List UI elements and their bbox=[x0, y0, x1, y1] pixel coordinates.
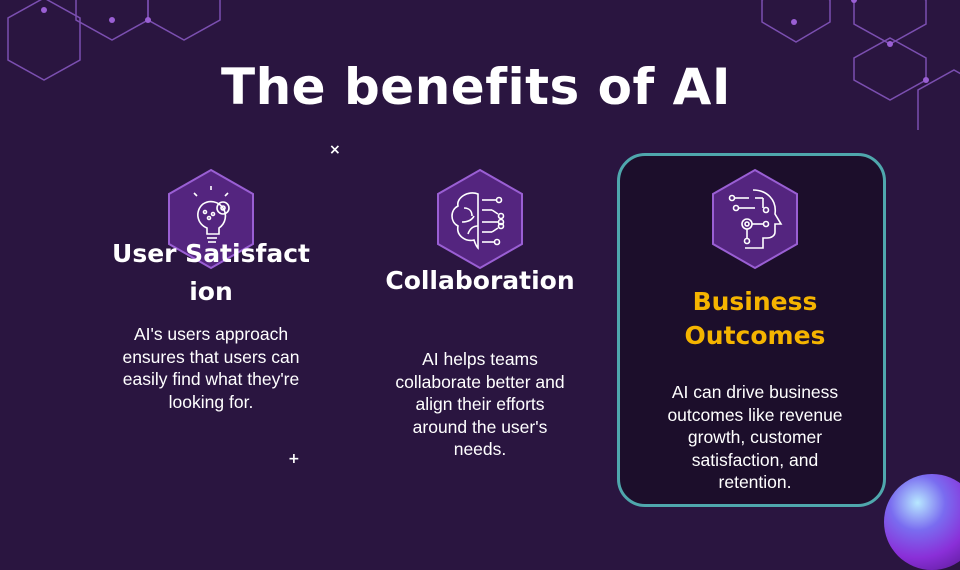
benefit-description: AI can drive business outcomes like reve… bbox=[667, 382, 843, 492]
benefit-heading: Collaboration bbox=[385, 266, 575, 295]
plus-mark-decoration: + bbox=[288, 451, 300, 467]
benefit-description: AI helps teams collaborate better and al… bbox=[395, 349, 565, 459]
brain-circuit-icon bbox=[434, 168, 526, 272]
benefit-description: AI's users approach ensures that users c… bbox=[122, 324, 300, 412]
benefit-item-collaboration: Collaboration AI helps teams collaborate… bbox=[380, 168, 580, 461]
x-mark-decoration: × bbox=[329, 142, 341, 158]
benefit-item-business-outcomes: Business Outcomes AI can drive business … bbox=[655, 168, 855, 494]
benefit-heading: Business Outcomes bbox=[684, 287, 826, 350]
page-title: The benefits of AI bbox=[220, 58, 731, 116]
benefit-item-user-satisfaction: User Satisfaction AI's users approach en… bbox=[111, 168, 311, 413]
ai-head-icon bbox=[709, 168, 801, 272]
gradient-sphere-decoration bbox=[884, 474, 960, 570]
benefit-heading: User Satisfaction bbox=[112, 239, 310, 306]
